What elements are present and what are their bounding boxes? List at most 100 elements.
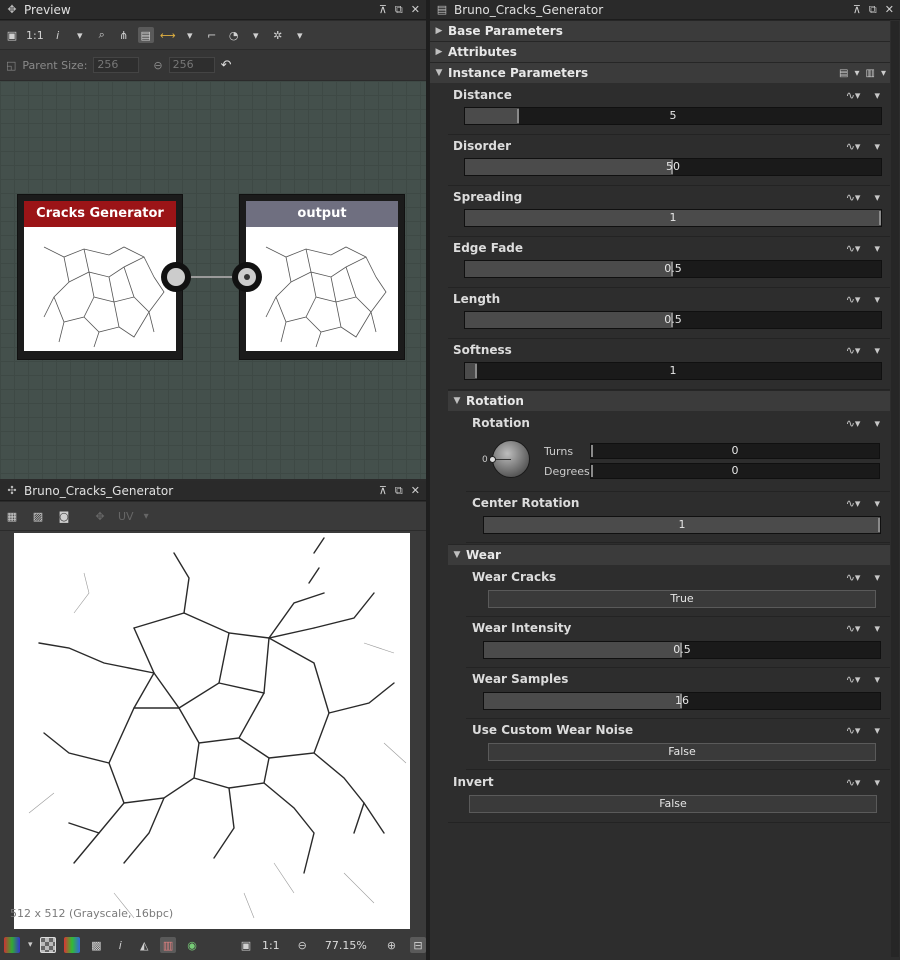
rotation-dial[interactable] (489, 440, 530, 478)
param-menu-icon[interactable]: ▾ (874, 191, 880, 204)
frame-icon[interactable]: ▤ (137, 27, 154, 43)
section-wear[interactable]: ▼ Wear (448, 544, 890, 565)
graph-canvas[interactable]: Cracks Generator output (0, 81, 426, 479)
close-icon[interactable]: ✕ (411, 3, 420, 17)
function-icon[interactable]: ∿▾ (846, 673, 861, 686)
float-icon[interactable]: ⧉ (395, 484, 403, 498)
uv-button[interactable]: UV (118, 510, 134, 523)
color-mode-dropdown-icon[interactable]: ▾ (28, 940, 33, 950)
ratio-button[interactable]: 1:1 (262, 939, 280, 952)
function-icon[interactable]: ∿▾ (846, 344, 861, 357)
function-icon[interactable]: ∿▾ (846, 89, 861, 102)
folder-icon[interactable]: ▥ (866, 68, 875, 79)
color-mode-icon[interactable] (4, 937, 20, 953)
close-icon[interactable]: ✕ (885, 3, 894, 17)
pin-icon[interactable]: ⊼ (379, 3, 387, 17)
channel-icon[interactable]: ▥ (160, 937, 177, 953)
wear-cracks-toggle[interactable]: True (488, 590, 876, 608)
float-icon[interactable]: ⧉ (395, 3, 403, 17)
param-menu-icon[interactable]: ▾ (874, 293, 880, 306)
section-attributes[interactable]: ▶ Attributes (430, 41, 890, 62)
function-icon[interactable]: ∿▾ (846, 417, 861, 430)
section-rotation[interactable]: ▼ Rotation (448, 390, 890, 411)
function-icon[interactable]: ∿▾ (846, 571, 861, 584)
use-custom-wear-noise-toggle[interactable]: False (488, 743, 876, 761)
spreading-slider[interactable]: 1 (464, 209, 882, 227)
channels-icon[interactable]: ▦ (4, 508, 20, 524)
parent-width-field[interactable]: 256 (93, 57, 140, 73)
function-icon[interactable]: ∿▾ (846, 293, 861, 306)
wear-intensity-slider[interactable]: 0.5 (483, 641, 881, 659)
link-icon[interactable]: ⊖ (153, 59, 162, 72)
hierarchy-icon[interactable]: ⋔ (116, 27, 132, 43)
turns-slider[interactable]: 0 (590, 443, 880, 459)
distance-slider[interactable]: 5 (464, 107, 882, 125)
param-menu-icon[interactable]: ▾ (874, 622, 880, 635)
histogram-icon[interactable]: ◭ (136, 937, 152, 953)
link-style-icon[interactable]: ⟷ (160, 27, 176, 43)
step-icon[interactable]: ⌐ (204, 27, 220, 43)
params-scrollbar[interactable] (891, 21, 899, 957)
function-icon[interactable]: ∿▾ (846, 242, 861, 255)
param-menu-icon[interactable]: ▾ (874, 571, 880, 584)
param-menu-icon[interactable]: ▾ (874, 140, 880, 153)
fit-icon[interactable]: ▣ (4, 27, 20, 43)
ratio-button[interactable]: 1:1 (26, 29, 44, 42)
parent-height-field[interactable]: 256 (168, 57, 215, 73)
close-icon[interactable]: ✕ (411, 484, 420, 498)
function-icon[interactable]: ∿▾ (846, 724, 861, 737)
function-icon[interactable]: ∿▾ (846, 622, 861, 635)
rgb-icon[interactable] (64, 937, 81, 953)
camera-icon[interactable]: ◙ (56, 508, 72, 524)
zoom-level[interactable]: 77.15% (325, 939, 367, 952)
tiling-mode-icon[interactable]: ▩ (88, 937, 104, 953)
param-menu-icon[interactable]: ▾ (874, 344, 880, 357)
function-icon[interactable]: ∿▾ (846, 776, 861, 789)
folder-dropdown-icon[interactable]: ▾ (881, 68, 886, 79)
search-icon[interactable]: ⌕ (94, 27, 110, 43)
node-cracks-generator[interactable]: Cracks Generator (17, 194, 183, 360)
save-icon[interactable]: ▨ (30, 508, 46, 524)
param-menu-icon[interactable]: ▾ (874, 497, 880, 510)
settings-icon[interactable]: ✲ (270, 27, 286, 43)
preset-icon[interactable]: ▤ (839, 68, 848, 79)
section-base-parameters[interactable]: ▶ Base Parameters (430, 20, 890, 41)
edge-fade-slider[interactable]: 0.5 (464, 260, 882, 278)
pin-icon[interactable]: ⊼ (853, 3, 861, 17)
info-button[interactable]: i (112, 937, 128, 953)
function-icon[interactable]: ∿▾ (846, 497, 861, 510)
dropdown-icon[interactable]: ▾ (72, 27, 88, 43)
lock-icon[interactable]: ⊟ (410, 937, 426, 953)
degrees-slider[interactable]: 0 (590, 463, 880, 479)
disorder-slider[interactable]: 50 (464, 158, 882, 176)
param-menu-icon[interactable]: ▾ (874, 242, 880, 255)
wear-samples-slider[interactable]: 16 (483, 692, 881, 710)
checker-icon[interactable] (40, 937, 57, 953)
length-slider[interactable]: 0.5 (464, 311, 882, 329)
param-menu-icon[interactable]: ▾ (874, 776, 880, 789)
pin-icon[interactable]: ⊼ (379, 484, 387, 498)
color-wheel-icon[interactable]: ◉ (184, 937, 200, 953)
softness-slider[interactable]: 1 (464, 362, 882, 380)
function-icon[interactable]: ∿▾ (846, 191, 861, 204)
param-menu-icon[interactable]: ▾ (874, 417, 880, 430)
input-pin[interactable] (232, 262, 262, 292)
info-button[interactable]: i (50, 27, 66, 43)
invert-toggle[interactable]: False (469, 795, 877, 813)
output-pin[interactable] (161, 262, 191, 292)
zoom-out-icon[interactable]: ⊖ (298, 939, 307, 952)
param-menu-icon[interactable]: ▾ (874, 724, 880, 737)
tiling-icon[interactable]: ✥ (92, 508, 108, 524)
float-icon[interactable]: ⧉ (869, 3, 877, 17)
fit-icon[interactable]: ▣ (238, 937, 254, 953)
node-output[interactable]: output (239, 194, 405, 360)
function-icon[interactable]: ∿▾ (846, 140, 861, 153)
viewer-area[interactable]: 512 x 512 (Grayscale, 16bpc) (0, 531, 426, 930)
zoom-in-icon[interactable]: ⊕ (387, 939, 396, 952)
reset-icon[interactable]: ↶ (221, 58, 232, 73)
link-dropdown-icon[interactable]: ▾ (182, 27, 198, 43)
timer-dropdown-icon[interactable]: ▾ (248, 27, 264, 43)
param-menu-icon[interactable]: ▾ (874, 673, 880, 686)
uv-dropdown-icon[interactable]: ▾ (144, 511, 149, 522)
timer-icon[interactable]: ◔ (226, 27, 242, 43)
